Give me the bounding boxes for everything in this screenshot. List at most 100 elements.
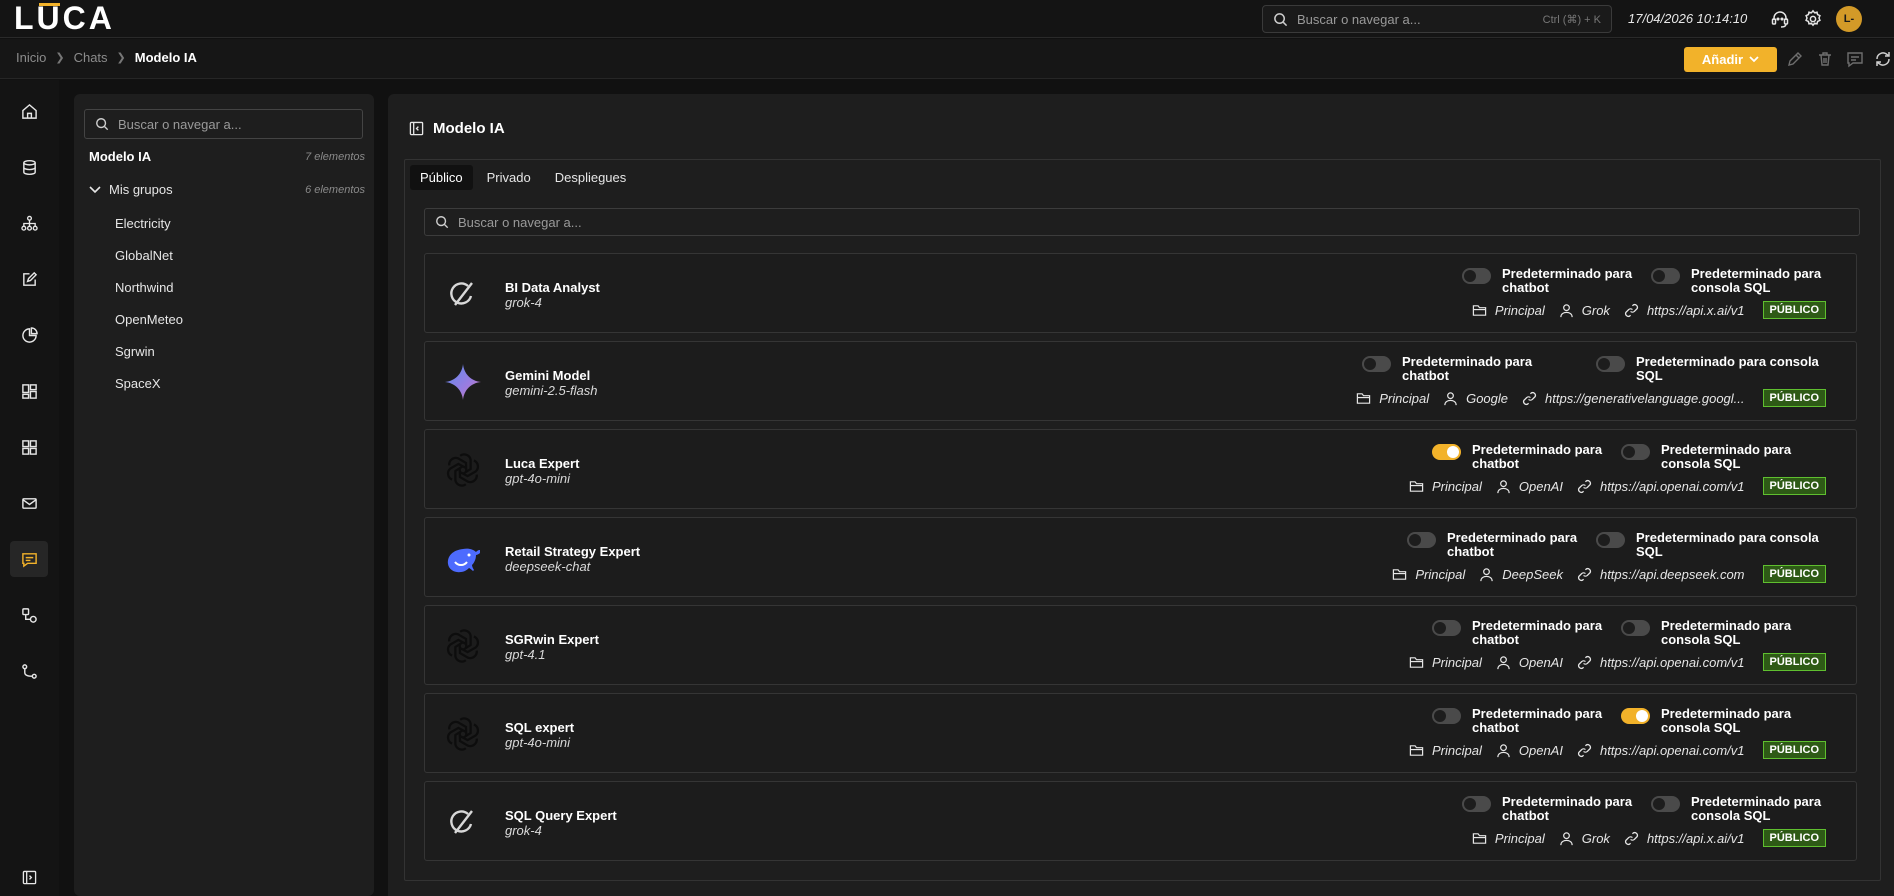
folder-icon	[1356, 391, 1371, 406]
database-icon	[21, 159, 38, 176]
support-agent-icon[interactable]	[1770, 9, 1790, 29]
model-card[interactable]: Luca Expert gpt-4o-mini Predeterminado par…	[424, 429, 1857, 509]
model-url[interactable]: https://api.openai.com/v1	[1600, 743, 1745, 758]
model-name[interactable]: Retail Strategy Expert	[505, 544, 640, 559]
chatbot-default-label: Predeterminado para chatbot	[1502, 266, 1633, 295]
model-card[interactable]: SQL Query Expert grok-4 Predeterminado par…	[424, 781, 1857, 861]
model-id: gpt-4.1	[505, 647, 546, 662]
tree-item[interactable]: SpaceX	[115, 376, 161, 391]
chatbot-default-toggle-group: Predeterminado para chatbot	[1362, 355, 1582, 383]
model-name[interactable]: Luca Expert	[505, 456, 579, 471]
chatbot-default-label: Predeterminado para chatbot	[1502, 794, 1633, 823]
chatbot-default-toggle[interactable]	[1432, 708, 1461, 724]
model-name[interactable]: BI Data Analyst	[505, 280, 600, 295]
add-button[interactable]: Añadir	[1684, 47, 1777, 72]
nav-home[interactable]	[10, 93, 48, 129]
chatbot-default-toggle[interactable]	[1462, 268, 1491, 284]
default-toggles: Predeterminado para chatbot Predeterminad…	[1462, 795, 1826, 823]
mail-icon	[21, 495, 38, 512]
user-avatar[interactable]: L-	[1836, 6, 1862, 32]
sql-default-toggle[interactable]	[1621, 708, 1650, 724]
tree-root[interactable]: Modelo IA 7 elementos	[89, 149, 365, 164]
model-url[interactable]: https://generativelanguage.googl...	[1545, 391, 1744, 406]
chatbot-default-toggle-group: Predeterminado para chatbot	[1407, 531, 1582, 559]
default-toggles: Predeterminado para chatbot Predeterminad…	[1432, 619, 1826, 647]
tab-publico[interactable]: Público	[410, 165, 473, 190]
nav-branches[interactable]	[10, 653, 48, 689]
model-name[interactable]: SGRwin Expert	[505, 632, 599, 647]
sql-default-toggle[interactable]	[1596, 356, 1625, 372]
model-name[interactable]: SQL Query Expert	[505, 808, 617, 823]
grid-icon	[21, 439, 38, 456]
model-url[interactable]: https://api.deepseek.com	[1600, 567, 1745, 582]
model-url[interactable]: https://api.x.ai/v1	[1647, 303, 1745, 318]
nav-database[interactable]	[10, 149, 48, 185]
model-card[interactable]: Gemini Model gemini-2.5-flash Predetermina…	[424, 341, 1857, 421]
breadcrumb-chats[interactable]: Chats	[74, 50, 108, 65]
user-icon	[1479, 567, 1494, 582]
chevron-right-icon: ❯	[55, 52, 65, 64]
nav-edit[interactable]	[10, 261, 48, 297]
tree-item[interactable]: OpenMeteo	[115, 312, 183, 327]
tree-group-mis-grupos[interactable]: Mis grupos 6 elementos	[89, 182, 365, 197]
sql-default-toggle[interactable]	[1621, 620, 1650, 636]
sidebar-toggle-icon[interactable]	[409, 121, 424, 136]
model-url[interactable]: https://api.openai.com/v1	[1600, 479, 1745, 494]
model-name[interactable]: SQL expert	[505, 720, 574, 735]
chevron-down-icon	[1749, 56, 1759, 63]
chevron-down-icon[interactable]	[89, 185, 101, 194]
chatbot-default-toggle[interactable]	[1432, 444, 1461, 460]
chatbot-default-toggle[interactable]	[1462, 796, 1491, 812]
nav-dashboards[interactable]	[10, 373, 48, 409]
nav-hierarchy[interactable]	[10, 205, 48, 241]
sql-default-toggle[interactable]	[1596, 532, 1625, 548]
global-search-input[interactable]: Buscar o navegar a... Ctrl (⌘) + K	[1262, 5, 1612, 33]
nav-collapse[interactable]	[10, 859, 48, 895]
model-card[interactable]: SQL expert gpt-4o-mini Predeterminado para…	[424, 693, 1857, 773]
chatbot-default-toggle[interactable]	[1407, 532, 1436, 548]
nav-apps[interactable]	[10, 429, 48, 465]
grok-icon	[443, 802, 483, 842]
sql-default-label: Predeterminado para consola SQL	[1661, 442, 1792, 471]
tree-item[interactable]: Sgrwin	[115, 344, 155, 359]
tree-search-input[interactable]: Buscar o navegar a...	[84, 109, 363, 139]
nav-chats[interactable]	[10, 541, 48, 577]
nav-mail[interactable]	[10, 485, 48, 521]
tree-item[interactable]: GlobalNet	[115, 248, 173, 263]
chatbot-default-toggle[interactable]	[1362, 356, 1391, 372]
link-icon	[1624, 831, 1639, 846]
gear-icon[interactable]	[1803, 9, 1823, 29]
model-id: grok-4	[505, 823, 542, 838]
model-card[interactable]: BI Data Analyst grok-4 Predeterminado para…	[424, 253, 1857, 333]
model-url[interactable]: https://api.openai.com/v1	[1600, 655, 1745, 670]
model-card[interactable]: Retail Strategy Expert deepseek-chat Prede…	[424, 517, 1857, 597]
breadcrumb-inicio[interactable]: Inicio	[16, 50, 46, 65]
trash-icon[interactable]	[1816, 50, 1834, 68]
sql-default-toggle[interactable]	[1621, 444, 1650, 460]
model-provider: Grok	[1581, 830, 1610, 846]
model-name[interactable]: Gemini Model	[505, 368, 590, 383]
status-badge: PÚBLICO	[1762, 477, 1826, 495]
nav-flows[interactable]	[10, 597, 48, 633]
models-search-input[interactable]: Buscar o navegar a...	[424, 208, 1860, 236]
nav-analytics[interactable]	[10, 317, 48, 353]
tree-root-count: 7 elementos	[305, 150, 365, 163]
refresh-icon[interactable]	[1874, 50, 1892, 68]
chatbot-default-toggle[interactable]	[1432, 620, 1461, 636]
tree-item[interactable]: Northwind	[115, 280, 174, 295]
luca-logo[interactable]: L U CA	[14, 0, 115, 36]
default-toggles: Predeterminado para chatbot Predeterminad…	[1362, 355, 1826, 383]
model-url[interactable]: https://api.x.ai/v1	[1647, 831, 1745, 846]
sql-default-toggle[interactable]	[1651, 268, 1680, 284]
model-meta: Principal OpenAI https://api.openai.com/v1…	[1409, 477, 1826, 495]
comment-icon[interactable]	[1846, 50, 1864, 68]
tab-despliegues[interactable]: Despliegues	[545, 165, 637, 190]
tab-privado[interactable]: Privado	[477, 165, 541, 190]
tree-item[interactable]: Electricity	[115, 216, 171, 231]
sql-default-toggle-group: Predeterminado para consola SQL	[1596, 531, 1826, 559]
model-card[interactable]: SGRwin Expert gpt-4.1 Predeterminado para …	[424, 605, 1857, 685]
sql-default-toggle[interactable]	[1651, 796, 1680, 812]
collapse-icon	[22, 870, 37, 885]
search-icon	[435, 215, 449, 229]
edit-icon[interactable]	[1786, 50, 1804, 68]
